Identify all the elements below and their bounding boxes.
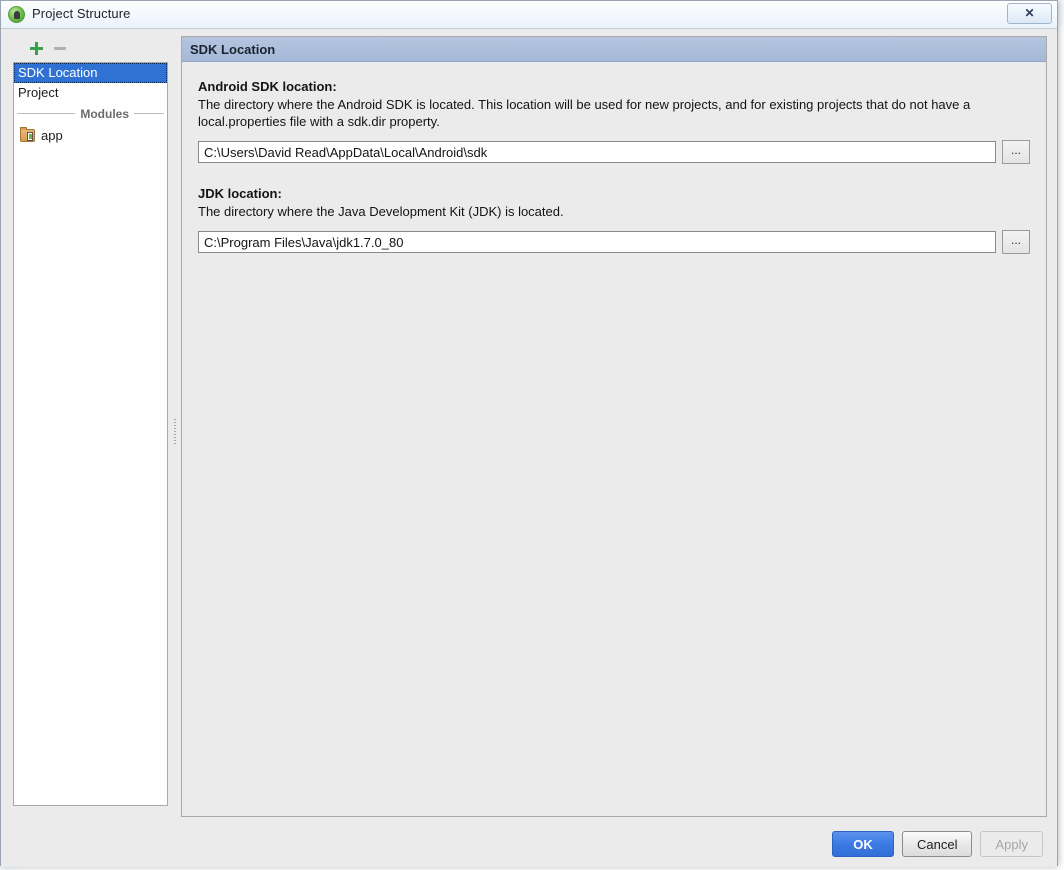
jdk-location-label: JDK location:: [198, 186, 282, 201]
panel-header: SDK Location: [182, 37, 1046, 62]
panel-body: Android SDK location: The directory wher…: [182, 63, 1046, 816]
jdk-location-block: JDK location: The directory where the Ja…: [198, 186, 1030, 254]
sidebar-splitter[interactable]: [171, 35, 179, 817]
minus-icon: [54, 46, 66, 50]
main-panel: SDK Location Android SDK location: The d…: [181, 36, 1047, 817]
modules-separator: Modules: [14, 103, 167, 124]
sidebar: SDK Location Project Modules app: [13, 35, 168, 817]
module-folder-icon: [20, 126, 35, 142]
dialog-button-bar: OK Cancel Apply: [1, 829, 1057, 859]
window-title: Project Structure: [32, 6, 131, 21]
android-studio-icon: [8, 6, 25, 23]
sidebar-toolbar: [13, 35, 168, 61]
android-sdk-location-block: Android SDK location: The directory wher…: [198, 79, 1030, 164]
separator-rule-right: [134, 113, 164, 114]
jdk-location-input[interactable]: [198, 231, 997, 253]
dialog-content: SDK Location Project Modules app SDK Loc: [1, 29, 1057, 867]
ok-button[interactable]: OK: [832, 831, 894, 857]
splitter-grip: [174, 419, 176, 445]
jdk-location-description: The directory where the Java Development…: [198, 204, 564, 219]
separator-rule-left: [17, 113, 76, 114]
apply-button: Apply: [980, 831, 1043, 857]
close-icon[interactable]: ✕: [1007, 3, 1052, 24]
add-module-button[interactable]: [25, 37, 47, 59]
window-titlebar: Project Structure ✕: [1, 1, 1057, 29]
plus-icon: [29, 41, 43, 55]
android-sdk-location-row: ...: [198, 140, 1030, 164]
android-sdk-browse-button[interactable]: ...: [1002, 140, 1030, 164]
sidebar-item-project[interactable]: Project: [14, 83, 167, 103]
cancel-button[interactable]: Cancel: [902, 831, 973, 857]
remove-module-button[interactable]: [49, 37, 71, 59]
android-sdk-location-input[interactable]: [198, 141, 997, 163]
close-icon-glyph: ✕: [1024, 6, 1035, 20]
sidebar-list: SDK Location Project Modules app: [13, 62, 168, 806]
project-structure-dialog: Project Structure ✕ SDK Location Project: [0, 0, 1058, 867]
sidebar-item-sdk-location[interactable]: SDK Location: [14, 63, 167, 83]
modules-separator-label: Modules: [80, 106, 129, 121]
jdk-browse-button[interactable]: ...: [1002, 230, 1030, 254]
jdk-location-row: ...: [198, 230, 1030, 254]
sidebar-item-app-label: app: [41, 127, 63, 143]
android-sdk-location-description: The directory where the Android SDK is l…: [198, 97, 971, 129]
android-sdk-location-label: Android SDK location:: [198, 79, 337, 94]
panel-title: SDK Location: [190, 41, 276, 57]
sidebar-item-app[interactable]: app: [14, 124, 167, 146]
